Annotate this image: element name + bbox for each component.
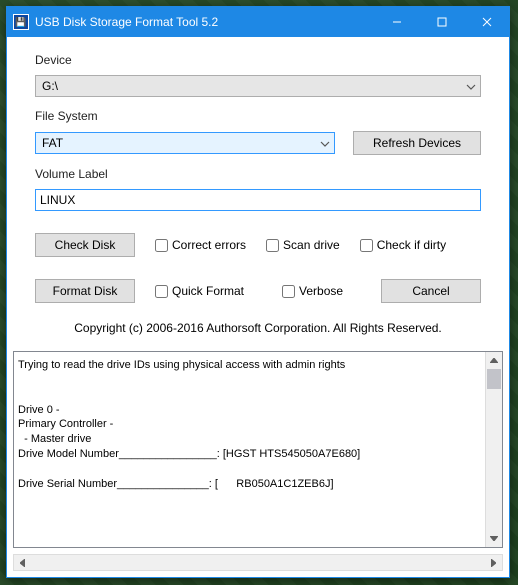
check-dirty-label: Check if dirty [377,238,446,252]
close-button[interactable] [464,7,509,37]
maximize-button[interactable] [419,7,464,37]
correct-errors-checkbox[interactable]: Correct errors [155,238,246,252]
verbose-box[interactable] [282,285,295,298]
log-text: Trying to read the drive IDs using physi… [14,352,485,547]
verbose-label: Verbose [299,284,343,298]
refresh-devices-button[interactable]: Refresh Devices [353,131,481,155]
close-icon [482,17,492,27]
format-disk-button[interactable]: Format Disk [35,279,135,303]
copyright-text: Copyright (c) 2006-2016 Authorsoft Corpo… [35,321,481,335]
quick-format-label: Quick Format [172,284,244,298]
scroll-down-icon[interactable] [486,530,502,547]
titlebar: 💾 USB Disk Storage Format Tool 5.2 [7,7,509,37]
device-select[interactable]: G:\ [35,75,481,97]
volume-label-label: Volume Label [35,167,481,181]
verbose-checkbox[interactable]: Verbose [282,284,343,298]
window-title: USB Disk Storage Format Tool 5.2 [35,15,374,29]
minimize-icon [392,17,402,27]
scroll-right-icon[interactable] [485,555,502,570]
check-dirty-box[interactable] [360,239,373,252]
device-selected: G:\ [42,79,58,93]
minimize-button[interactable] [374,7,419,37]
quick-format-checkbox[interactable]: Quick Format [155,284,244,298]
correct-errors-box[interactable] [155,239,168,252]
horizontal-scrollbar[interactable] [13,554,503,571]
scan-drive-label: Scan drive [283,238,340,252]
maximize-icon [437,17,447,27]
scroll-left-icon[interactable] [14,555,31,570]
filesystem-select[interactable]: FAT [35,132,335,154]
check-dirty-checkbox[interactable]: Check if dirty [360,238,446,252]
check-disk-button[interactable]: Check Disk [35,233,135,257]
volume-label-input[interactable] [35,189,481,211]
filesystem-label: File System [35,109,481,123]
log-output: Trying to read the drive IDs using physi… [13,351,503,548]
scroll-thumb[interactable] [487,369,501,389]
cancel-button[interactable]: Cancel [381,279,481,303]
app-icon: 💾 [13,14,29,30]
device-label: Device [35,53,481,67]
quick-format-box[interactable] [155,285,168,298]
chevron-down-icon [320,136,330,150]
vertical-scrollbar[interactable] [485,352,502,547]
correct-errors-label: Correct errors [172,238,246,252]
main-panel: Device G:\ File System FAT Refresh Devic… [7,37,509,351]
scan-drive-box[interactable] [266,239,279,252]
app-window: 💾 USB Disk Storage Format Tool 5.2 Devic… [6,6,510,578]
filesystem-selected: FAT [42,136,63,150]
scan-drive-checkbox[interactable]: Scan drive [266,238,340,252]
scroll-up-icon[interactable] [486,352,502,369]
chevron-down-icon [466,79,476,93]
